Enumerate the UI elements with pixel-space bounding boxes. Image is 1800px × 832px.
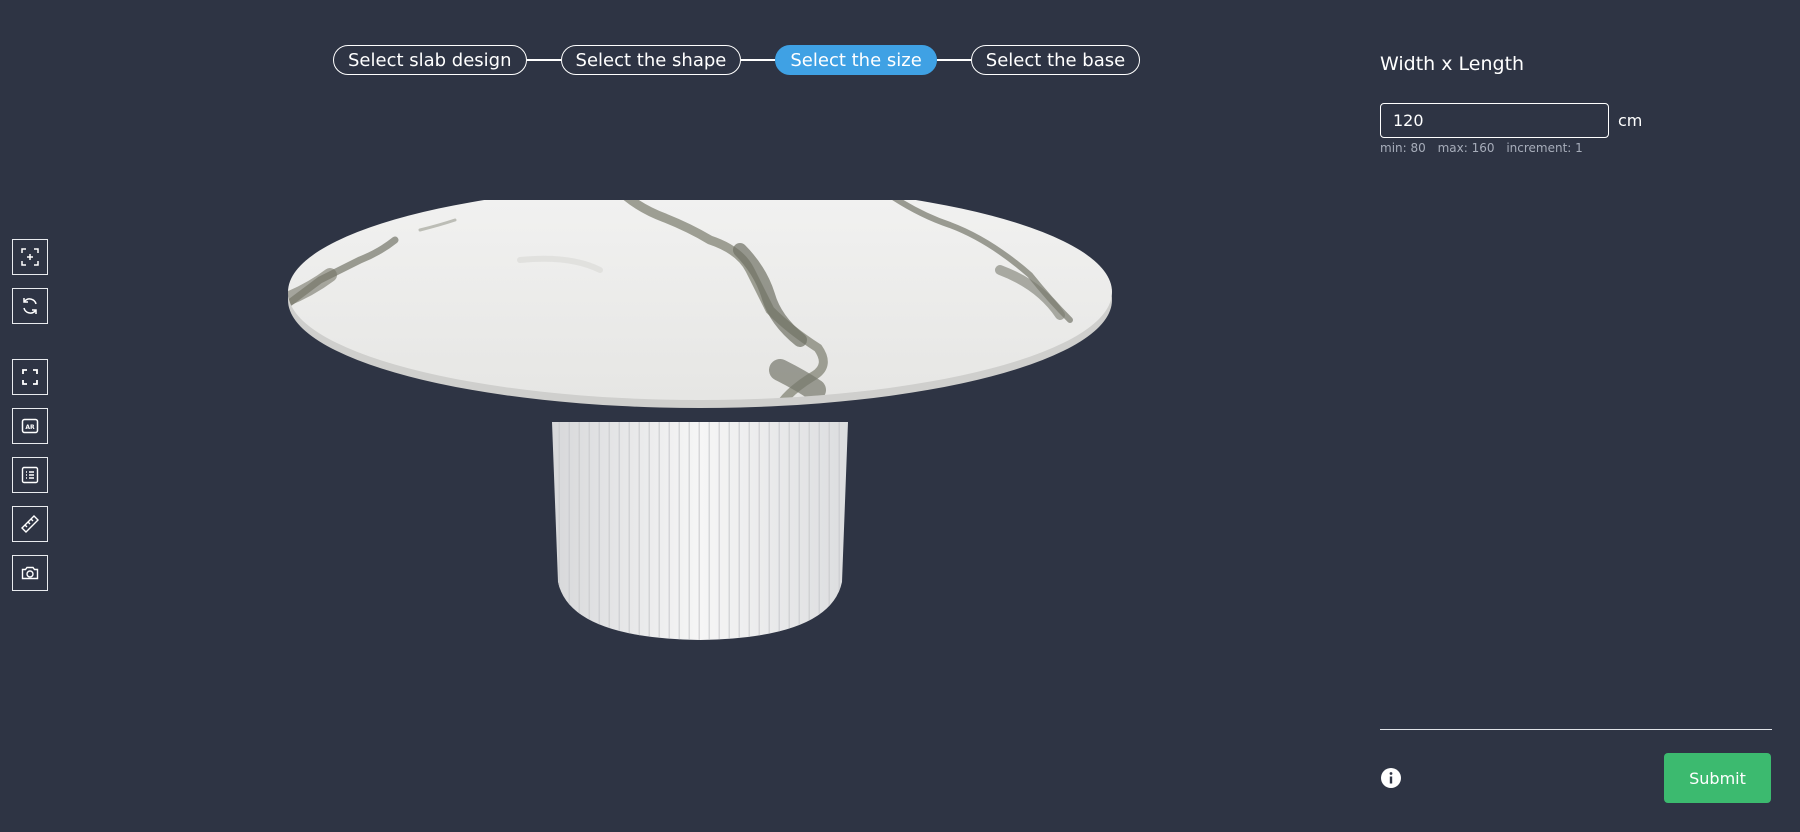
fullscreen-button[interactable] xyxy=(12,359,48,395)
ruler-button[interactable] xyxy=(12,506,48,542)
svg-text:AR: AR xyxy=(25,424,35,431)
divider xyxy=(1380,729,1772,730)
step-shape[interactable]: Select the shape xyxy=(560,45,742,75)
ruler-icon xyxy=(21,515,39,533)
dimension-title: Width x Length xyxy=(1380,53,1525,75)
info-button[interactable] xyxy=(1380,767,1402,789)
info-icon xyxy=(1381,768,1401,788)
step-size[interactable]: Select the size xyxy=(775,45,937,75)
configurator-app: Select slab design Select the shape Sele… xyxy=(0,0,1800,832)
step-navigation: Select slab design Select the shape Sele… xyxy=(333,44,1141,76)
max-label: max: 160 xyxy=(1437,141,1495,155)
step-slab-design[interactable]: Select slab design xyxy=(333,45,527,75)
camera-icon xyxy=(21,566,39,580)
step-connector xyxy=(936,59,971,61)
focus-button[interactable] xyxy=(12,239,48,275)
increment-label: increment: 1 xyxy=(1506,141,1583,155)
table-model xyxy=(288,184,1112,640)
list-button[interactable] xyxy=(12,457,48,493)
3d-viewer-canvas[interactable] xyxy=(270,184,1120,650)
unit-label: cm xyxy=(1618,111,1643,130)
step-base[interactable]: Select the base xyxy=(970,45,1141,75)
step-connector xyxy=(526,59,561,61)
step-connector xyxy=(741,59,776,61)
width-length-input[interactable] xyxy=(1380,103,1609,138)
rotate-icon xyxy=(23,298,37,314)
submit-button[interactable]: Submit xyxy=(1664,753,1771,803)
list-icon xyxy=(21,466,39,484)
focus-icon xyxy=(21,248,39,266)
camera-button[interactable] xyxy=(12,555,48,591)
fullscreen-icon xyxy=(22,369,38,385)
min-label: min: 80 xyxy=(1380,141,1426,155)
ar-icon: AR xyxy=(21,418,39,434)
size-constraints: min: 80 max: 160 increment: 1 xyxy=(1380,141,1591,155)
rotate-button[interactable] xyxy=(12,288,48,324)
ar-button[interactable]: AR xyxy=(12,408,48,444)
size-panel: Width x Length cm min: 80 max: 160 incre… xyxy=(1380,0,1772,832)
